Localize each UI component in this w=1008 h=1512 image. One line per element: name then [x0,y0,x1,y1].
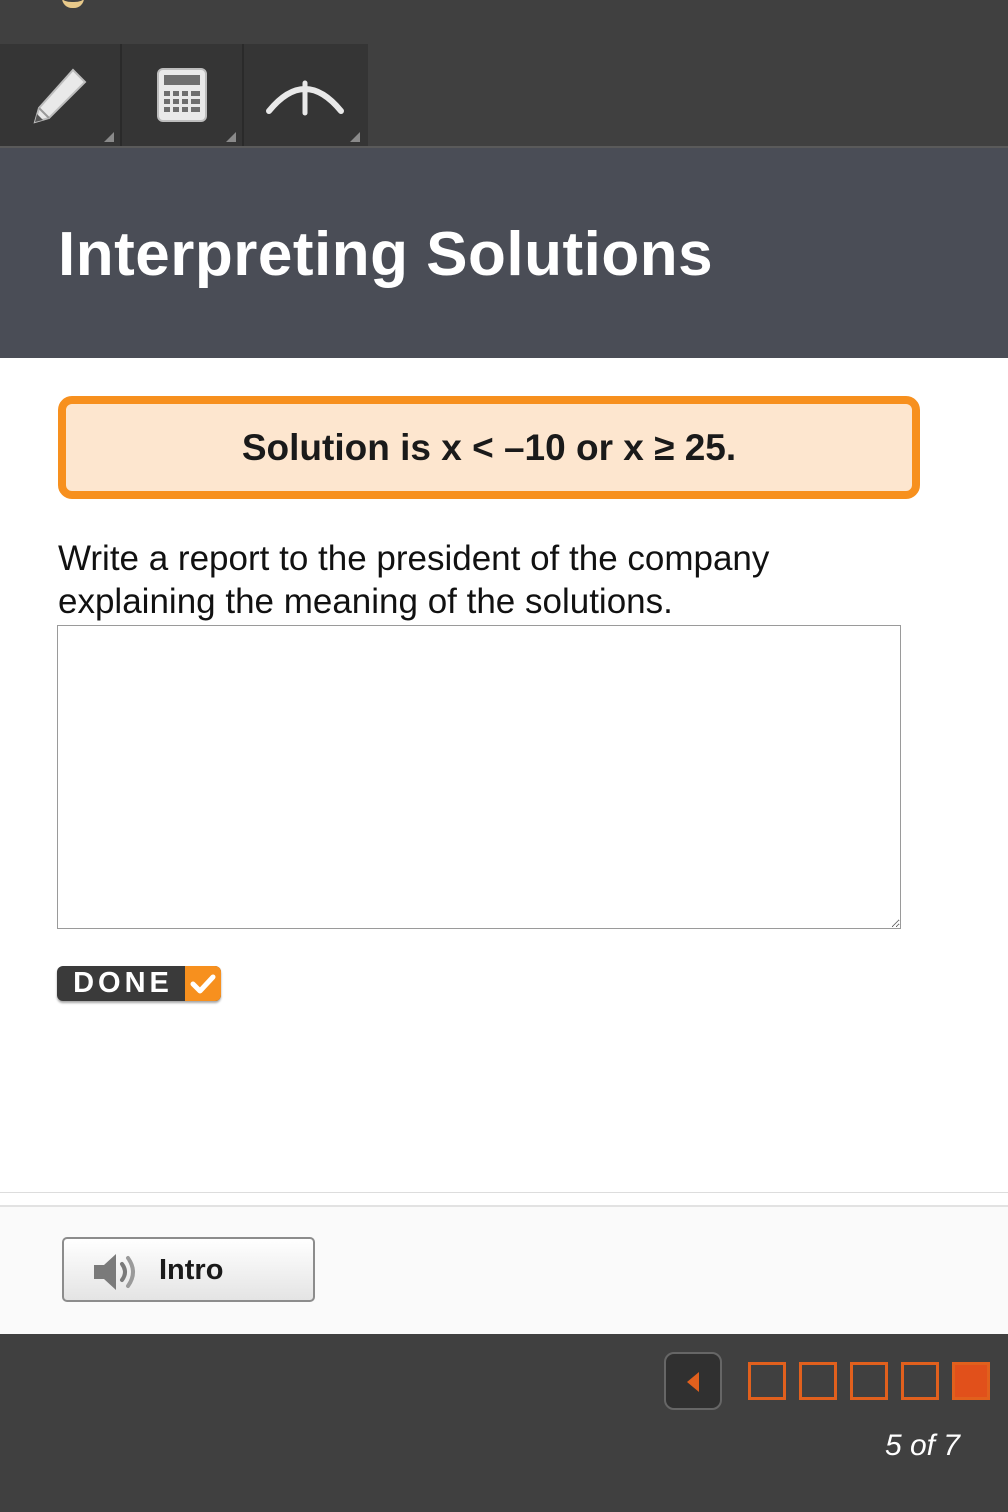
partial-logo [62,0,84,8]
page-indicator-5-current[interactable] [952,1362,990,1400]
graph-tool-button[interactable] [244,44,366,146]
speaker-icon [94,1254,135,1290]
tool-menu-indicator [226,132,236,142]
pencil-icon [33,68,87,124]
top-bar [0,0,1008,148]
pencil-tool-button[interactable] [0,44,122,146]
page-title: Interpreting Solutions [58,220,714,289]
intro-button-label: Intro [159,1254,224,1286]
calculator-icon [157,68,207,122]
answer-textarea[interactable] [57,625,901,929]
tool-menu-indicator [104,132,114,142]
page-indicator-2[interactable] [799,1362,837,1400]
page-count: 5 of 7 [884,1429,960,1462]
intro-audio-button[interactable]: Intro [62,1237,315,1302]
content-divider [0,1192,1008,1193]
title-band: Interpreting Solutions [0,148,1008,358]
bottom-nav-bar [0,1334,1008,1512]
tool-menu-indicator [350,132,360,142]
page-indicator-4[interactable] [901,1362,939,1400]
done-button[interactable]: DONE [57,966,221,1001]
page-indicator-1[interactable] [748,1362,786,1400]
question-prompt: Write a report to the president of the c… [58,539,770,621]
tool-group [0,44,368,146]
checkmark-icon [185,966,221,1001]
calculator-tool-button[interactable] [122,44,244,146]
left-arrow-icon [687,1372,699,1392]
solution-callout: Solution is x < –10 or x ≥ 25. [58,396,920,499]
solution-text: Solution is x < –10 or x ≥ 25. [241,426,737,468]
done-button-label: DONE [73,967,173,999]
graph-icon [266,80,344,116]
page-indicator-3[interactable] [850,1362,888,1400]
previous-page-button[interactable] [664,1352,722,1410]
